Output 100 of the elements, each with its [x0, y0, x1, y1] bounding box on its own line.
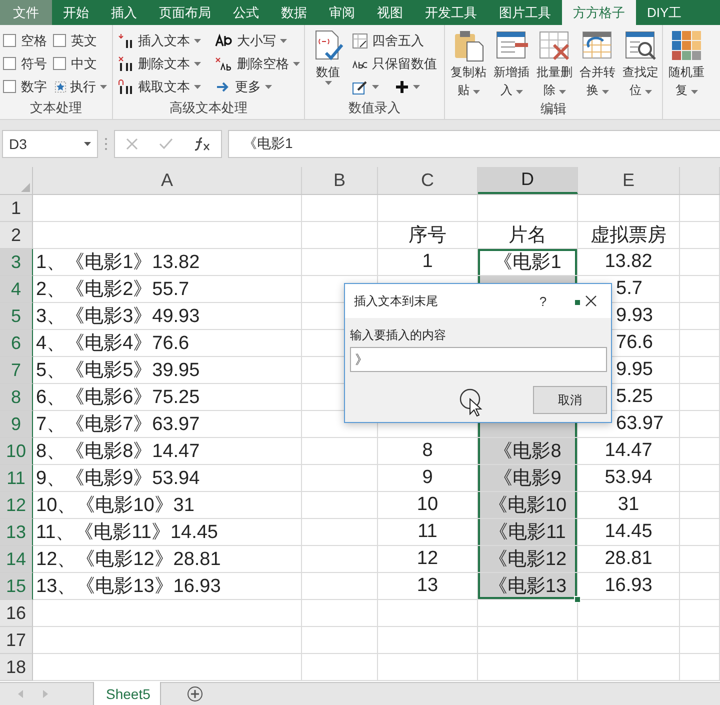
ribbon-tab[interactable]: 方方格子 — [562, 0, 636, 25]
table-cell — [680, 519, 720, 546]
table-cell: 28.81 — [578, 546, 680, 573]
checkbox[interactable]: 符号 — [3, 54, 53, 72]
row-header[interactable]: 13 — [0, 519, 33, 546]
row-header[interactable]: 10 — [0, 438, 33, 465]
caret-icon — [558, 90, 566, 94]
caret-icon — [413, 84, 420, 88]
selected-cell: 《电影9 — [478, 465, 578, 492]
column-header[interactable]: D — [478, 167, 578, 194]
table-cell — [680, 330, 720, 357]
row-header[interactable]: 12 — [0, 492, 33, 519]
table-cell — [680, 411, 720, 438]
table-cell: 12 — [378, 546, 478, 573]
checkbox[interactable]: 英文 — [53, 32, 109, 50]
table-cell: 16.93 — [578, 573, 680, 600]
ribbon-button[interactable]: 大小写 — [213, 29, 302, 52]
checkbox[interactable]: 中文 — [53, 54, 109, 72]
row-header[interactable]: 16 — [0, 600, 33, 627]
group-label: 数值录入 — [348, 99, 402, 117]
pencil-icon — [352, 78, 368, 94]
prompt-label: 输入要插入的内容 — [350, 327, 447, 344]
table-cell — [680, 276, 720, 303]
caret-icon — [472, 90, 480, 94]
row-header[interactable]: 17 — [0, 627, 33, 654]
caret-icon — [194, 62, 201, 66]
caret-icon — [293, 62, 300, 66]
row-header[interactable]: 2 — [0, 222, 33, 249]
selected-cell: 《电影10 — [478, 492, 578, 519]
table-cell: 9 — [378, 465, 478, 492]
table-cell: 14.47 — [578, 438, 680, 465]
caret-icon — [372, 84, 379, 88]
row-header[interactable]: 11 — [0, 465, 33, 492]
name-box[interactable]: D3 — [2, 130, 98, 158]
caret-icon — [194, 84, 201, 88]
selected-cell: 《电影12 — [478, 546, 578, 573]
formula-field[interactable]: 《电影1 — [228, 130, 720, 158]
group-label: 高级文本处理 — [168, 99, 248, 117]
row-header[interactable]: 14 — [0, 546, 33, 573]
input-field[interactable]: 》 — [350, 347, 607, 372]
help-button[interactable]: ? — [531, 292, 555, 310]
ribbon-button[interactable]: 只保留数值 — [350, 52, 439, 75]
row-header[interactable]: 18 — [0, 654, 33, 681]
caret-icon — [602, 90, 609, 94]
row-header[interactable]: 4 — [0, 276, 33, 303]
ribbon-button[interactable]: 删除空格 — [213, 52, 302, 75]
table-cell: 11、《电影11》14.45 — [33, 519, 302, 546]
table-cell: 10 — [378, 492, 478, 519]
color-grid-icon — [670, 29, 704, 63]
checkbox[interactable]: 空格 — [3, 32, 53, 50]
percent-grid-icon — [352, 32, 368, 48]
cancel-button[interactable]: 取消 — [533, 386, 607, 414]
check-icon[interactable] — [158, 138, 173, 150]
ribbon-button[interactable]: 复制粘贴 — [448, 29, 489, 99]
table-cell: 9、《电影9》53.94 — [33, 465, 302, 492]
caret-icon — [516, 90, 523, 94]
row-header[interactable]: 7 — [0, 357, 33, 384]
checkbox[interactable]: 数字 — [3, 78, 53, 96]
mouse-cursor-icon — [459, 388, 485, 418]
table-cell: 13、《电影13》16.93 — [33, 573, 302, 600]
ribbon-button[interactable]: 查找定位 — [620, 29, 661, 99]
caret-icon — [100, 84, 107, 88]
dialog-title: 插入文本到末尾 — [354, 292, 439, 310]
table-cell: 序号 — [378, 222, 478, 249]
row-header[interactable]: 9 — [0, 411, 33, 438]
ribbon-button[interactable]: 批量删除 — [534, 29, 575, 99]
row-header[interactable]: 3 — [0, 249, 33, 276]
table-cell — [680, 222, 720, 249]
ribbon-button[interactable]: 随机重复 — [666, 29, 707, 119]
row-header[interactable]: 8 — [0, 384, 33, 411]
table-cell: 4、《电影4》76.6 — [33, 330, 302, 357]
ribbon-tab[interactable]: 文件 — [0, 0, 52, 25]
ribbon-button[interactable]: 新增插入 — [491, 29, 532, 99]
ribbon-button[interactable]: 截取文本 — [116, 75, 203, 98]
ribbon-button[interactable]: 四舍五入 — [350, 29, 439, 52]
ribbon-button[interactable]: 更多 — [213, 75, 302, 98]
row-header[interactable]: 15 — [0, 573, 33, 600]
row-header[interactable]: 1 — [0, 195, 33, 222]
caret-icon — [690, 90, 698, 94]
table-cell — [680, 546, 720, 573]
table-cell — [680, 249, 720, 276]
table-cell: 13 — [378, 573, 478, 600]
table-cell: 6、《电影6》75.25 — [33, 384, 302, 411]
ribbon-button[interactable]: 合并转换 — [577, 29, 618, 99]
fill-handle[interactable] — [574, 596, 581, 603]
run-button[interactable]: 执行 — [53, 75, 109, 98]
group-label: 编辑 — [540, 100, 568, 118]
fill-handle[interactable] — [574, 299, 581, 306]
table-cell — [680, 303, 720, 330]
sheet-tab[interactable]: Sheet5 — [93, 682, 161, 705]
ribbon-button[interactable]: 插入文本 — [116, 29, 203, 52]
ribbon-button[interactable]: 数值 — [308, 29, 348, 98]
row-header[interactable]: 5 — [0, 303, 33, 330]
table-cell: 1 — [378, 249, 478, 276]
table-cell: 53.94 — [578, 465, 680, 492]
row-header[interactable]: 6 — [0, 330, 33, 357]
group-label: 文本处理 — [29, 99, 83, 117]
ribbon-button[interactable]: 删除文本 — [116, 52, 203, 75]
add-sheet-icon[interactable] — [187, 686, 203, 702]
function-icon[interactable] — [194, 136, 210, 150]
